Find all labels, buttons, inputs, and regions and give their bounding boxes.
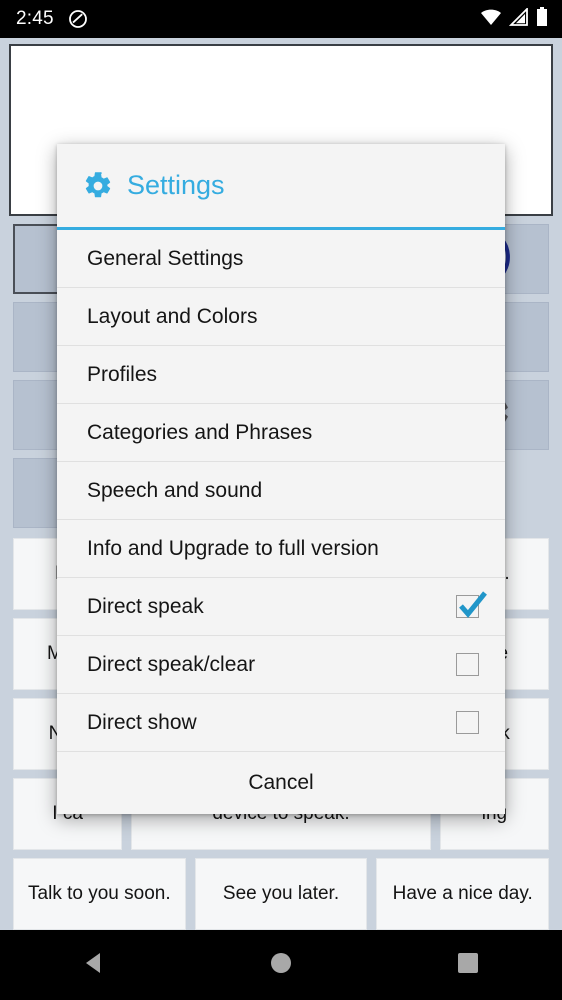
gear-icon: [83, 171, 113, 201]
menu-item-general-settings[interactable]: General Settings: [57, 230, 505, 288]
home-circle-icon: [269, 951, 293, 980]
menu-item-label: Info and Upgrade to full version: [87, 536, 379, 560]
recents-button[interactable]: [440, 937, 496, 993]
direct-show-checkbox[interactable]: [456, 711, 479, 734]
back-button[interactable]: [66, 937, 122, 993]
status-bar-clock: 2:45: [16, 8, 54, 29]
settings-dialog: Settings General Settings Layout and Col…: [57, 144, 505, 814]
recents-square-icon: [457, 952, 479, 979]
dialog-title: Settings: [127, 170, 225, 200]
menu-item-label: Direct speak/clear: [87, 652, 256, 676]
menu-item-label: Categories and Phrases: [87, 420, 313, 444]
back-triangle-icon: [81, 950, 107, 981]
menu-item-layout-and-colors[interactable]: Layout and Colors: [57, 288, 505, 346]
navigation-bar: [0, 930, 562, 1000]
menu-item-categories-and-phrases[interactable]: Categories and Phrases: [57, 404, 505, 462]
menu-item-label: Speech and sound: [87, 478, 263, 502]
direct-speak-checkbox[interactable]: [456, 591, 487, 618]
menu-item-speech-and-sound[interactable]: Speech and sound: [57, 462, 505, 520]
direct-speak-clear-checkbox[interactable]: [456, 653, 479, 676]
cell-signal-icon: [508, 6, 529, 31]
menu-item-direct-speak-clear[interactable]: Direct speak/clear: [57, 636, 505, 694]
menu-item-info-and-upgrade[interactable]: Info and Upgrade to full version: [57, 520, 505, 578]
wifi-icon: [480, 8, 502, 31]
menu-item-profiles[interactable]: Profiles: [57, 346, 505, 404]
menu-item-direct-show[interactable]: Direct show: [57, 694, 505, 752]
menu-item-label: Direct speak: [87, 594, 204, 618]
menu-item-label: General Settings: [87, 246, 244, 270]
do-not-disturb-icon: [68, 9, 88, 29]
battery-full-icon: [536, 6, 548, 32]
menu-item-label: Direct show: [87, 710, 197, 734]
home-button[interactable]: [253, 937, 309, 993]
cancel-button[interactable]: Cancel: [57, 752, 505, 814]
menu-item-label: Profiles: [87, 362, 158, 386]
menu-item-direct-speak[interactable]: Direct speak: [57, 578, 505, 636]
status-bar-icons: [480, 6, 548, 32]
menu-item-label: Layout and Colors: [87, 304, 258, 328]
dialog-header: Settings: [57, 144, 505, 230]
status-bar: 2:45: [0, 0, 562, 38]
